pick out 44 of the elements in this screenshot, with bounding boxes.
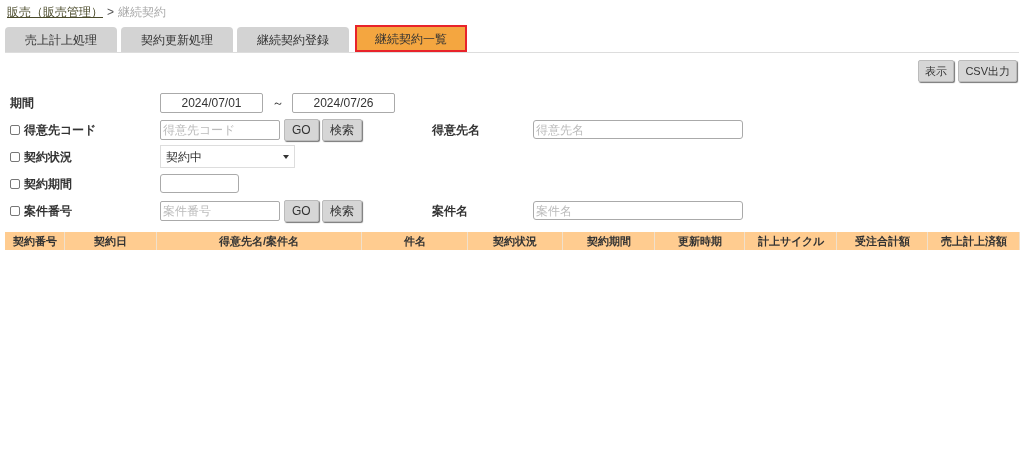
column-header[interactable]: 契約日 (65, 232, 157, 250)
input-field[interactable]: 案件名 (533, 201, 743, 220)
checkbox[interactable] (10, 205, 20, 216)
field-label: 案件名 (432, 202, 469, 220)
column-header[interactable]: 契約期間 (563, 232, 655, 250)
button[interactable]: CSV出力 (958, 60, 1017, 82)
column-header[interactable]: 更新時期 (655, 232, 745, 250)
breadcrumb-separator: > (107, 4, 114, 21)
input-field[interactable]: 得意先名 (533, 120, 743, 139)
column-header[interactable]: 計上サイクル (745, 232, 837, 250)
breadcrumb-link[interactable]: 販売（販売管理） (7, 3, 103, 21)
field-label: 得意先コード (24, 121, 96, 139)
tab[interactable]: 継続契約一覧 (355, 25, 467, 52)
caret-icon (283, 154, 289, 159)
date-field[interactable]: 2024/07/01 (160, 93, 263, 113)
button[interactable]: GO (284, 199, 319, 222)
column-header[interactable]: 得意先名/案件名 (157, 232, 362, 250)
input-field[interactable] (160, 174, 239, 193)
tab[interactable]: 売上計上処理 (5, 27, 117, 52)
dropdown[interactable]: 契約中 (160, 145, 295, 168)
date-field[interactable]: 2024/07/26 (292, 93, 395, 113)
tab[interactable]: 継続契約登録 (237, 27, 349, 52)
column-header[interactable]: 売上計上済額 (928, 232, 1020, 250)
button[interactable]: 表示 (918, 60, 955, 82)
breadcrumb-current: 継続契約 (118, 4, 166, 21)
button[interactable]: 検索 (321, 199, 362, 222)
field-label: 期間 (10, 95, 35, 112)
button[interactable]: 検索 (321, 118, 362, 141)
checkbox[interactable] (10, 151, 20, 162)
column-header[interactable]: 契約状況 (468, 232, 563, 250)
button[interactable]: GO (284, 118, 319, 141)
field-label: 案件番号 (24, 202, 72, 220)
range-separator: ～ (270, 95, 285, 112)
checkbox[interactable] (10, 178, 20, 189)
input-field[interactable]: 得意先コード (160, 119, 280, 140)
column-header[interactable]: 受注合計額 (837, 232, 928, 250)
column-header[interactable]: 契約番号 (5, 232, 65, 250)
field-label: 得意先名 (432, 121, 481, 139)
field-label: 契約状況 (24, 148, 72, 166)
input-field[interactable]: 案件番号 (160, 200, 280, 221)
tab[interactable]: 契約更新処理 (121, 27, 233, 52)
column-header[interactable]: 件名 (362, 232, 468, 250)
checkbox[interactable] (10, 124, 20, 135)
field-label: 契約期間 (24, 175, 72, 193)
